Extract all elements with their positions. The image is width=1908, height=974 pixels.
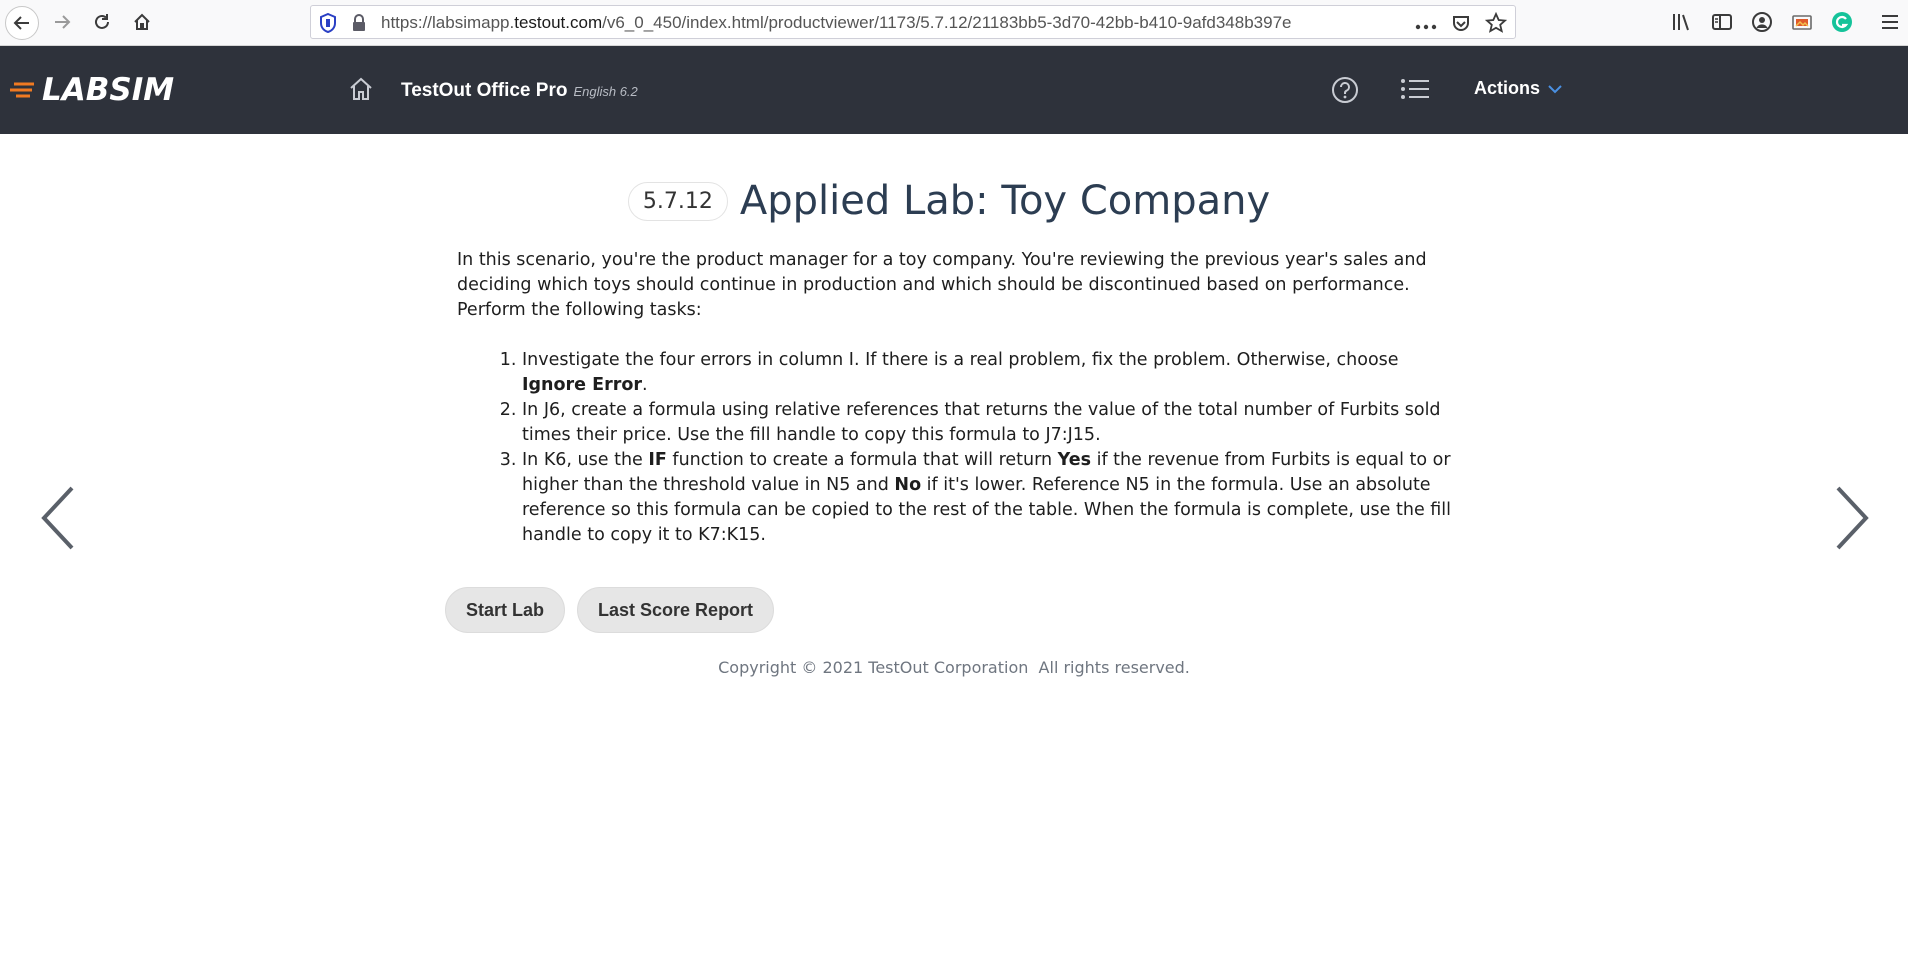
chevron-right-icon <box>1836 486 1869 550</box>
labsim-logo[interactable]: LABSIM <box>10 68 174 112</box>
task-list: Investigate the four errors in column I.… <box>457 348 1457 548</box>
library-icon[interactable] <box>1668 8 1696 36</box>
chevron-down-icon <box>1548 84 1562 93</box>
account-icon[interactable] <box>1748 8 1776 36</box>
more-actions-icon[interactable] <box>1415 16 1437 36</box>
intro-text: In this scenario, you're the product man… <box>457 250 1427 320</box>
pocket-icon[interactable] <box>1451 13 1471 38</box>
home-icon <box>350 77 372 100</box>
browser-home-button[interactable] <box>126 6 158 38</box>
help-button[interactable] <box>1330 75 1360 109</box>
copyright-footer: Copyright © 2021 TestOut Corporation All… <box>718 658 1190 677</box>
forward-button[interactable] <box>46 6 78 38</box>
product-version: English 6.2 <box>573 84 638 99</box>
arrow-right-icon <box>55 15 71 29</box>
logo-text: LABSIM <box>42 72 175 108</box>
logo-speed-lines-icon <box>10 82 34 98</box>
task-item: Investigate the four errors in column I.… <box>522 348 1457 398</box>
reload-icon <box>95 14 109 29</box>
next-page-button[interactable] <box>1834 486 1870 554</box>
table-of-contents-button[interactable] <box>1400 77 1430 105</box>
page-title: Applied Lab: Toy Company <box>739 178 1271 224</box>
start-lab-button[interactable]: Start Lab <box>445 587 566 633</box>
url-bar[interactable]: https://labsimapp.testout.com/v6_0_450/i… <box>310 5 1516 39</box>
grammarly-icon[interactable] <box>1828 8 1856 36</box>
lab-actions: Start Lab Last Score Report <box>445 587 775 633</box>
actions-menu[interactable]: Actions <box>1474 78 1562 99</box>
browser-toolbar: https://labsimapp.testout.com/v6_0_450/i… <box>0 0 1908 46</box>
tracking-shield-icon[interactable] <box>319 12 337 38</box>
reload-button[interactable] <box>86 6 118 38</box>
home-icon <box>134 13 150 30</box>
arrow-left-icon <box>13 16 29 30</box>
app-header: LABSIM TestOut Office Pro English 6.2 Act… <box>0 46 1908 134</box>
product-title: TestOut Office Pro English 6.2 <box>401 80 638 101</box>
back-button[interactable] <box>5 6 39 40</box>
list-icon <box>1401 79 1429 99</box>
actions-label: Actions <box>1474 78 1541 98</box>
home-button[interactable] <box>348 76 374 106</box>
page-header: 5.7.12 Applied Lab: Toy Company <box>0 178 1908 224</box>
chevron-left-icon <box>41 486 74 550</box>
task-item: In J6, create a formula using relative r… <box>522 398 1457 448</box>
task-item: In K6, use the IF function to create a f… <box>522 448 1457 548</box>
help-icon <box>1332 77 1358 103</box>
lock-icon[interactable] <box>351 13 367 38</box>
menu-icon[interactable] <box>1876 8 1904 36</box>
sidebar-toggle-icon[interactable] <box>1708 8 1736 36</box>
bookmark-star-icon[interactable] <box>1484 11 1508 39</box>
previous-page-button[interactable] <box>40 486 76 554</box>
section-number-badge: 5.7.12 <box>627 181 728 221</box>
url-text: https://labsimapp.testout.com/v6_0_450/i… <box>381 13 1292 32</box>
last-score-report-button[interactable]: Last Score Report <box>577 587 775 633</box>
lab-description: In this scenario, you're the product man… <box>457 248 1457 548</box>
extension-icon[interactable] <box>1788 8 1816 36</box>
